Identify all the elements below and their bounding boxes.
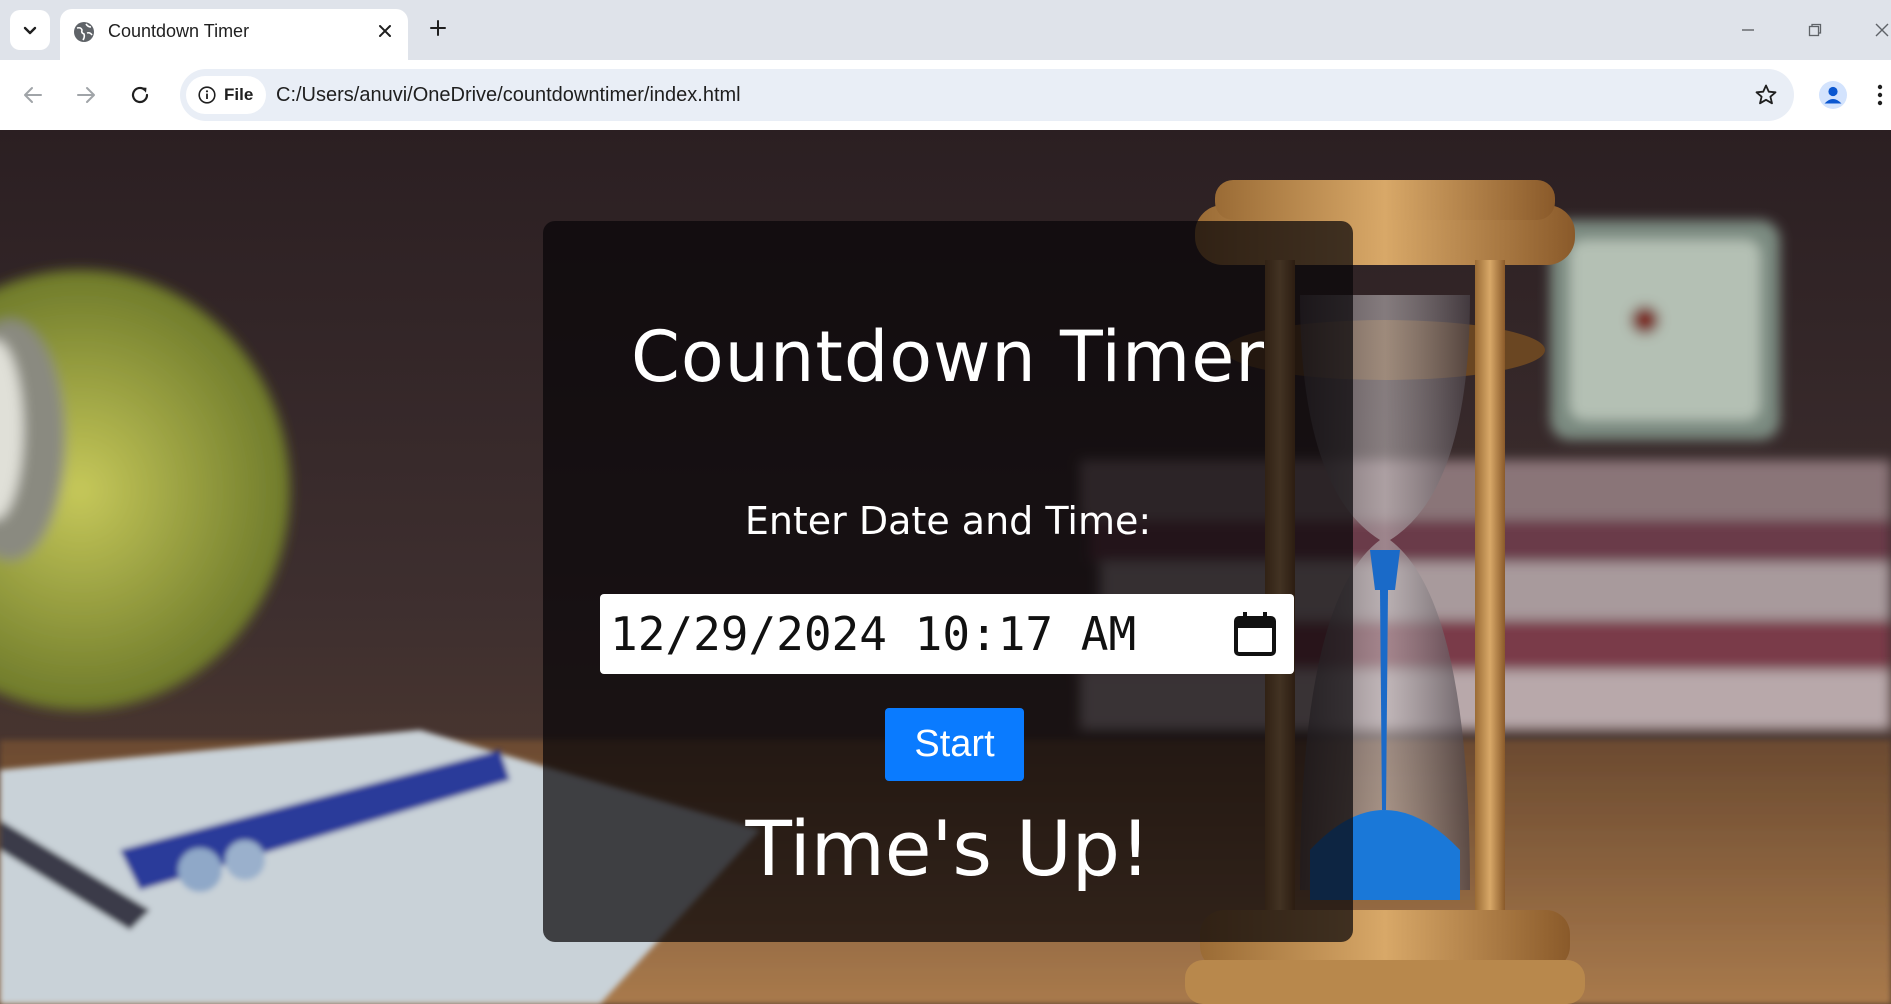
datetime-value[interactable]: 12/29/2024 10:17 AM <box>610 594 1136 674</box>
back-button[interactable] <box>15 77 51 113</box>
forward-button[interactable] <box>68 77 104 113</box>
page-title: Countdown Timer <box>630 316 1266 398</box>
profile-icon <box>1819 81 1847 109</box>
arrow-right-icon <box>77 87 95 103</box>
tab-title: Countdown Timer <box>108 21 250 41</box>
globe-icon <box>74 22 94 42</box>
tab-strip: Countdown Timer <box>0 0 1891 60</box>
info-icon <box>198 86 216 104</box>
start-button[interactable]: Start <box>885 708 1024 781</box>
tab-close-button[interactable] <box>374 20 396 42</box>
star-icon[interactable] <box>1754 83 1778 107</box>
chevron-down-icon <box>23 26 37 35</box>
arrow-left-icon <box>24 87 42 103</box>
countdown-result: Time's Up! <box>745 804 1151 893</box>
datetime-label: Enter Date and Time: <box>744 499 1152 543</box>
browser-menu-button[interactable] <box>1870 77 1890 113</box>
page-viewport: Countdown Timer Enter Date and Time: 12/… <box>0 130 1891 1004</box>
minimize-icon <box>1742 29 1754 31</box>
reload-button[interactable] <box>122 77 158 113</box>
browser-tab[interactable]: Countdown Timer <box>60 9 408 60</box>
datetime-input[interactable]: 12/29/2024 10:17 AM <box>600 594 1294 674</box>
profile-button[interactable] <box>1815 77 1851 113</box>
tab-search-button[interactable] <box>10 10 50 50</box>
window-close-button[interactable] <box>1862 12 1891 48</box>
new-tab-button[interactable] <box>424 14 452 42</box>
url-text[interactable]: C:/Users/anuvi/OneDrive/countdowntimer/i… <box>276 69 741 121</box>
calendar-icon[interactable] <box>1232 610 1278 658</box>
reload-icon <box>131 86 149 104</box>
countdown-card: Countdown Timer Enter Date and Time: 12/… <box>543 221 1353 942</box>
close-icon <box>379 25 391 37</box>
site-info-label: File <box>224 85 254 104</box>
restore-button[interactable] <box>1795 12 1835 48</box>
address-bar[interactable]: File C:/Users/anuvi/OneDrive/countdownti… <box>180 69 1794 121</box>
browser-toolbar: File C:/Users/anuvi/OneDrive/countdownti… <box>0 60 1891 130</box>
close-icon <box>1875 23 1889 37</box>
more-vertical-icon <box>1877 84 1883 106</box>
minimize-button[interactable] <box>1728 12 1768 48</box>
plus-icon <box>430 20 446 36</box>
restore-icon <box>1808 23 1822 37</box>
